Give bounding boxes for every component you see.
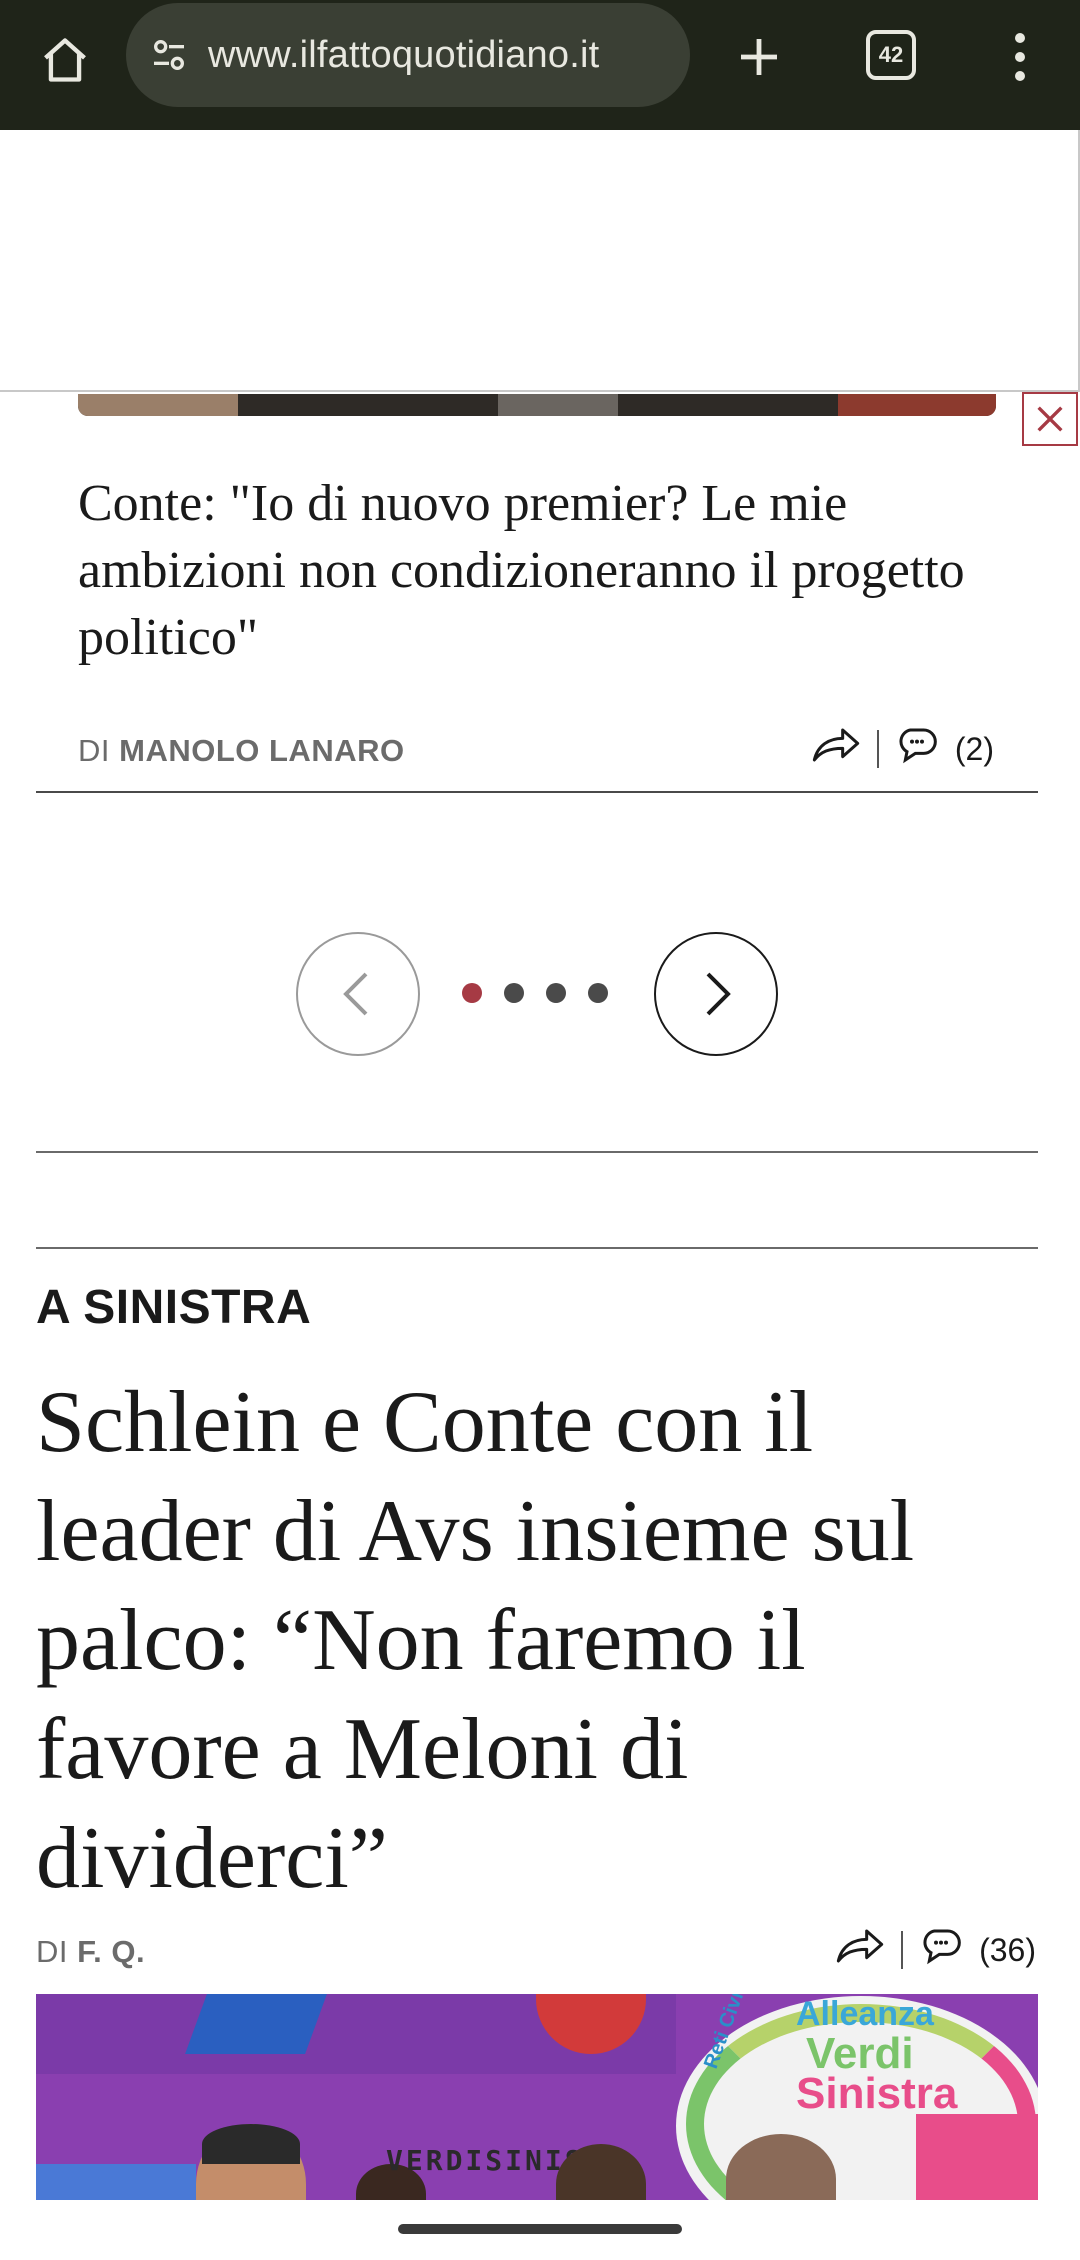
author-link[interactable]: F. Q. bbox=[77, 1934, 145, 1969]
home-icon[interactable] bbox=[30, 25, 100, 95]
author-link[interactable]: MANOLO LANARO bbox=[119, 733, 404, 768]
carousel-article-byline: DI MANOLO LANARO bbox=[78, 733, 405, 769]
carousel-dot[interactable] bbox=[504, 983, 524, 1003]
tab-switcher-icon[interactable]: 42 bbox=[866, 30, 916, 80]
ad-slot bbox=[0, 130, 1080, 392]
comment-count[interactable]: (2) bbox=[955, 731, 994, 768]
carousel-pagination bbox=[462, 983, 608, 1003]
carousel-article-title[interactable]: Conte: "Io di nuovo premier? Le mie ambi… bbox=[78, 470, 1008, 671]
divider bbox=[36, 791, 1038, 793]
carousel-prev-button[interactable] bbox=[296, 932, 420, 1056]
browser-toolbar: www.ilfattoquotidiano.it 42 bbox=[0, 0, 1080, 130]
main-article-byline: DI F. Q. bbox=[36, 1934, 145, 1970]
share-icon[interactable] bbox=[811, 725, 861, 773]
main-article-actions: (36) bbox=[835, 1926, 1036, 1974]
divider bbox=[876, 730, 879, 768]
new-tab-icon[interactable] bbox=[722, 20, 796, 94]
main-article-image[interactable]: Alleanza Verdi Sinistra Reti Civiche VER… bbox=[36, 1994, 1038, 2200]
comments-icon[interactable] bbox=[895, 725, 939, 773]
article-image[interactable] bbox=[78, 394, 996, 416]
comment-count[interactable]: (36) bbox=[979, 1932, 1036, 1969]
site-settings-icon[interactable] bbox=[144, 30, 194, 80]
overflow-menu-icon[interactable] bbox=[1000, 20, 1040, 94]
article-kicker[interactable]: A SINISTRA bbox=[36, 1280, 311, 1335]
address-bar[interactable]: www.ilfattoquotidiano.it bbox=[126, 3, 690, 107]
divider bbox=[36, 1247, 1038, 1249]
comments-icon[interactable] bbox=[919, 1926, 963, 1974]
byline-prefix: DI bbox=[36, 1934, 68, 1969]
main-article-title[interactable]: Schlein e Conte con il leader di Avs ins… bbox=[36, 1368, 1036, 1913]
carousel-dot[interactable] bbox=[546, 983, 566, 1003]
share-icon[interactable] bbox=[835, 1926, 885, 1974]
url-text: www.ilfattoquotidiano.it bbox=[208, 33, 600, 76]
divider bbox=[36, 1151, 1038, 1153]
carousel-article-actions: (2) bbox=[811, 725, 994, 773]
gesture-bar[interactable] bbox=[398, 2224, 682, 2234]
carousel-next-button[interactable] bbox=[654, 932, 778, 1056]
carousel-dot[interactable] bbox=[588, 983, 608, 1003]
banner-text: VERDISINIS bbox=[386, 2144, 585, 2177]
close-icon[interactable] bbox=[1022, 392, 1078, 446]
divider bbox=[901, 1931, 904, 1969]
logo-text: Alleanza Verdi Sinistra bbox=[796, 1995, 958, 2118]
byline-prefix: DI bbox=[78, 733, 110, 768]
tab-count: 42 bbox=[878, 42, 904, 67]
carousel-dot[interactable] bbox=[462, 983, 482, 1003]
